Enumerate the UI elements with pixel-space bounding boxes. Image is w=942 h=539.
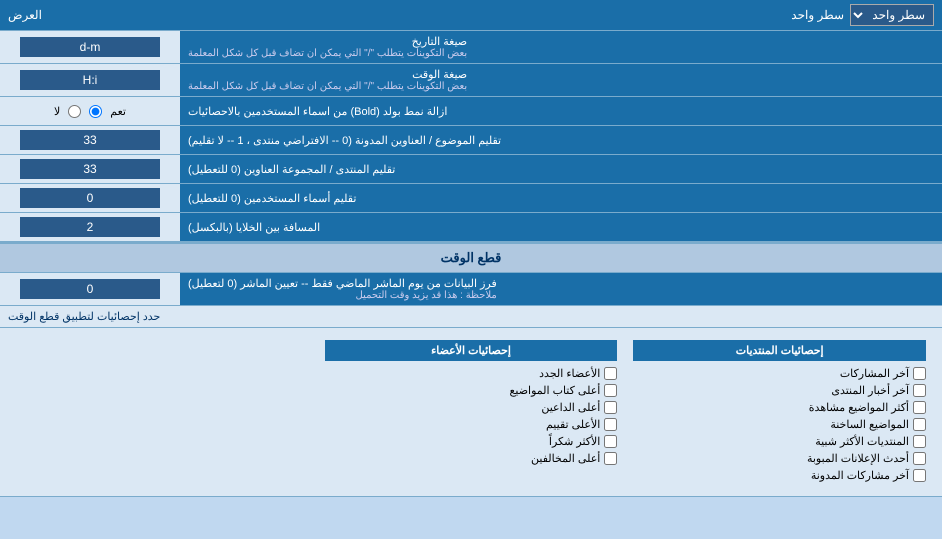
checkbox-top-writers[interactable] <box>604 384 617 397</box>
time-format-input-cell <box>0 64 180 96</box>
checkbox-popular-forums[interactable] <box>913 435 926 448</box>
forum-titles-input-cell <box>0 155 180 183</box>
time-format-input[interactable] <box>20 70 160 90</box>
usernames-input[interactable] <box>20 188 160 208</box>
top-bar-left: سطر واحدسطرينثلاثة أسطر سطر واحد <box>791 4 934 26</box>
cell-spacing-row: المسافة بين الخلايا (بالبكسل) <box>0 213 942 242</box>
time-cut-input-cell <box>0 273 180 305</box>
checkbox-top-inviters[interactable] <box>604 401 617 414</box>
checkbox-col-extra: - <box>8 336 317 488</box>
cell-spacing-label: المسافة بين الخلايا (بالبكسل) <box>180 213 942 241</box>
top-bar: سطر واحدسطرينثلاثة أسطر سطر واحد العرض <box>0 0 942 31</box>
topic-titles-input-cell <box>0 126 180 154</box>
time-format-label: صيغة الوقت بعض التكوينات يتطلب "/" التي … <box>180 64 942 96</box>
view-select[interactable]: سطر واحدسطرينثلاثة أسطر <box>850 4 934 26</box>
checkbox-new-members[interactable] <box>604 367 617 380</box>
topic-titles-label: تقليم الموضوع / العناوين المدونة (0 -- ا… <box>180 126 942 154</box>
checkboxes-grid: إحصائيات المنتديات آخر المشاركات آخر أخب… <box>8 336 934 488</box>
radio-yes-label: تعم <box>110 105 126 118</box>
checkbox-latest-ads[interactable] <box>913 452 926 465</box>
time-cut-row: فرز البيانات من يوم الماشر الماضي فقط --… <box>0 273 942 306</box>
checkbox-item: أعلى المخالفين <box>325 450 618 467</box>
checkbox-hot-topics[interactable] <box>913 418 926 431</box>
checkbox-col-forums: إحصائيات المنتديات آخر المشاركات آخر أخب… <box>625 336 934 488</box>
checkbox-item: المنتديات الأكثر شبية <box>633 433 926 450</box>
checkbox-item: أكثر المواضيع مشاهدة <box>633 399 926 416</box>
time-cut-title: قطع الوقت <box>0 242 942 273</box>
checkbox-item: أحدث الإعلانات المبوبة <box>633 450 926 467</box>
forum-titles-label: تقليم المنتدى / المجموعة العناوين (0 للت… <box>180 155 942 183</box>
checkbox-item: الأعلى تقييم <box>325 416 618 433</box>
checkbox-last-blog[interactable] <box>913 469 926 482</box>
view-select-label: سطر واحد <box>791 8 844 22</box>
bold-remove-input-cell: لا تعم <box>0 97 180 125</box>
checkbox-most-thanked[interactable] <box>604 435 617 448</box>
checkbox-last-news[interactable] <box>913 384 926 397</box>
checkbox-item: آخر مشاركات المدونة <box>633 467 926 484</box>
usernames-label: تقليم أسماء المستخدمين (0 للتعطيل) <box>180 184 942 212</box>
checkbox-item: الأكثر شكراً <box>325 433 618 450</box>
usernames-input-cell <box>0 184 180 212</box>
radio-yes[interactable] <box>89 105 102 118</box>
checkbox-last-posts[interactable] <box>913 367 926 380</box>
date-format-row: صيغة التاريخ بعض التكوينات يتطلب "/" الت… <box>0 31 942 64</box>
forum-titles-row: تقليم المنتدى / المجموعة العناوين (0 للت… <box>0 155 942 184</box>
radio-no-label: لا <box>54 105 60 118</box>
top-bar-label: العرض <box>8 8 42 22</box>
checkbox-item: آخر المشاركات <box>633 365 926 382</box>
checkbox-item: الأعضاء الجدد <box>325 365 618 382</box>
main-container: سطر واحدسطرينثلاثة أسطر سطر واحد العرض ص… <box>0 0 942 497</box>
checkbox-item: المواضيع الساخنة <box>633 416 926 433</box>
time-cut-label: فرز البيانات من يوم الماشر الماضي فقط --… <box>180 273 942 305</box>
col2-header: إحصائيات الأعضاء <box>325 340 618 361</box>
checkbox-top-rated[interactable] <box>604 418 617 431</box>
checkbox-most-viewed[interactable] <box>913 401 926 414</box>
date-format-input[interactable] <box>20 37 160 57</box>
col1-header: إحصائيات المنتديات <box>633 340 926 361</box>
cell-spacing-input-cell <box>0 213 180 241</box>
date-format-label: صيغة التاريخ بعض التكوينات يتطلب "/" الت… <box>180 31 942 63</box>
bold-remove-label: ازالة نمط بولد (Bold) من اسماء المستخدمي… <box>180 97 942 125</box>
checkbox-top-violators[interactable] <box>604 452 617 465</box>
date-format-input-cell <box>0 31 180 63</box>
bold-radio-group: لا تعم <box>54 105 126 118</box>
limit-row: حدد إحصائيات لتطبيق قطع الوقت <box>0 306 942 328</box>
topic-titles-input[interactable] <box>20 130 160 150</box>
checkbox-col-members: إحصائيات الأعضاء الأعضاء الجدد أعلى كتاب… <box>317 336 626 488</box>
usernames-row: تقليم أسماء المستخدمين (0 للتعطيل) <box>0 184 942 213</box>
cell-spacing-input[interactable] <box>20 217 160 237</box>
topic-titles-row: تقليم الموضوع / العناوين المدونة (0 -- ا… <box>0 126 942 155</box>
checkboxes-section: إحصائيات المنتديات آخر المشاركات آخر أخب… <box>0 328 942 497</box>
time-cut-input[interactable] <box>20 279 160 299</box>
checkbox-item: آخر أخبار المنتدى <box>633 382 926 399</box>
checkbox-item: أعلى الداعين <box>325 399 618 416</box>
time-format-row: صيغة الوقت بعض التكوينات يتطلب "/" التي … <box>0 64 942 97</box>
limit-label: حدد إحصائيات لتطبيق قطع الوقت <box>8 310 160 323</box>
bold-remove-row: ازالة نمط بولد (Bold) من اسماء المستخدمي… <box>0 97 942 126</box>
forum-titles-input[interactable] <box>20 159 160 179</box>
radio-no[interactable] <box>68 105 81 118</box>
checkbox-item: أعلى كتاب المواضيع <box>325 382 618 399</box>
